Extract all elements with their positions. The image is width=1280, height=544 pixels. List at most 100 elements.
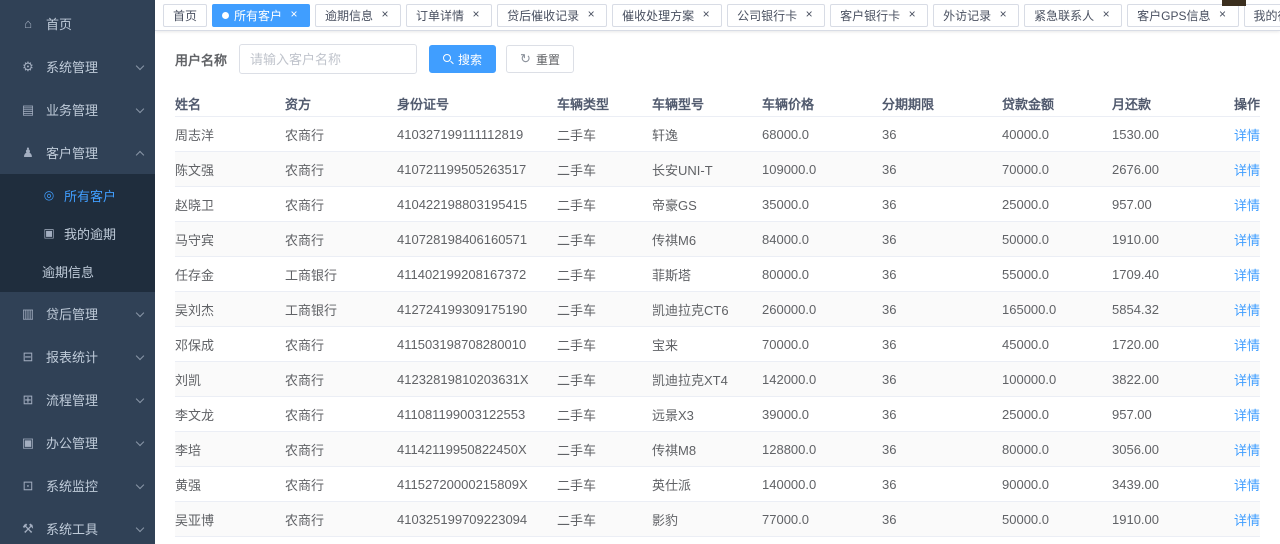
detail-link[interactable]: 详情: [1234, 198, 1260, 213]
detail-link[interactable]: 详情: [1234, 303, 1260, 318]
cell-name: 吴亚博: [175, 510, 285, 529]
cell-funder: 农商行: [285, 335, 397, 354]
cell-name: 周志洋: [175, 125, 285, 144]
column-header: 车辆型号: [652, 94, 762, 113]
table-row: 陈文强 农商行 410721199505263517 二手车 长安UNI-T 1…: [175, 151, 1260, 186]
cell-vehicle-type: 二手车: [557, 440, 652, 459]
column-header: 贷款金额: [1002, 94, 1112, 113]
cell-name: 马守宾: [175, 230, 285, 249]
detail-link[interactable]: 详情: [1234, 443, 1260, 458]
chevron-down-icon: [135, 309, 145, 319]
sidebar-submenu-item[interactable]: ◎ 所有客户: [0, 176, 155, 214]
sidebar-menu-item[interactable]: ⌂ 首页: [0, 2, 155, 45]
tab-label: 贷后催收记录: [507, 7, 579, 24]
tab-close-icon[interactable]: [470, 9, 482, 21]
detail-link[interactable]: 详情: [1234, 338, 1260, 353]
tab-close-icon[interactable]: [906, 9, 918, 21]
cell-term: 36: [882, 372, 1002, 387]
tab-close-icon[interactable]: [803, 9, 815, 21]
page-content: 用户名称 搜索 重置 姓名 资方 身份证号 车辆类型 车辆型号: [155, 31, 1280, 544]
tab[interactable]: 催收处理方案: [612, 4, 722, 27]
gear-icon: ⚙: [20, 59, 36, 75]
cell-vehicle-price: 142000.0: [762, 372, 882, 387]
sidebar-menu-item[interactable]: ▥ 贷后管理: [0, 292, 155, 335]
cell-vehicle-model: 凯迪拉克XT4: [652, 370, 762, 389]
chevron-down-icon: [135, 62, 145, 72]
tab[interactable]: 所有客户: [212, 4, 310, 27]
column-header: 操作: [1227, 94, 1260, 113]
reset-button[interactable]: 重置: [506, 45, 574, 73]
tab-label: 我的待办: [1254, 7, 1280, 24]
cell-vehicle-model: 传祺M8: [652, 440, 762, 459]
detail-link[interactable]: 详情: [1234, 128, 1260, 143]
cell-vehicle-type: 二手车: [557, 510, 652, 529]
cell-vehicle-model: 菲斯塔: [652, 265, 762, 284]
main-area: 首页 所有客户 逾期信息 订单详情: [155, 0, 1280, 544]
tab-close-icon[interactable]: [700, 9, 712, 21]
detail-link[interactable]: 详情: [1234, 233, 1260, 248]
detail-link[interactable]: 详情: [1234, 513, 1260, 528]
cell-funder: 农商行: [285, 510, 397, 529]
customer-name-input[interactable]: [239, 44, 417, 74]
tab-label: 紧急联系人: [1034, 7, 1094, 24]
cell-name: 邓保成: [175, 335, 285, 354]
sidebar-menu-item[interactable]: ♟ 客户管理: [0, 131, 155, 174]
cell-name: 李文龙: [175, 405, 285, 424]
tab[interactable]: 逾期信息: [315, 4, 401, 27]
tab[interactable]: 首页: [163, 4, 207, 27]
post-loan-icon: ▥: [20, 306, 36, 322]
cell-loan-amount: 55000.0: [1002, 267, 1112, 282]
detail-link[interactable]: 详情: [1234, 408, 1260, 423]
cell-loan-amount: 165000.0: [1002, 302, 1112, 317]
sidebar-item-label: 业务管理: [46, 100, 135, 119]
tab-close-icon[interactable]: [379, 9, 391, 21]
cell-vehicle-price: 128800.0: [762, 442, 882, 457]
tab-close-icon[interactable]: [1217, 9, 1229, 21]
tab[interactable]: 客户GPS信息: [1127, 4, 1238, 27]
tab[interactable]: 订单详情: [406, 4, 492, 27]
sidebar-submenu-item[interactable]: 逾期信息: [0, 252, 155, 290]
detail-link[interactable]: 详情: [1234, 478, 1260, 493]
sidebar-menu-item[interactable]: ⊟ 报表统计: [0, 335, 155, 378]
cell-vehicle-price: 77000.0: [762, 512, 882, 527]
cell-term: 36: [882, 197, 1002, 212]
column-header: 车辆类型: [557, 94, 652, 113]
sidebar-item-label: 贷后管理: [46, 304, 135, 323]
tab-close-icon[interactable]: [585, 9, 597, 21]
cell-loan-amount: 50000.0: [1002, 232, 1112, 247]
tab-label: 公司银行卡: [737, 7, 797, 24]
tab-close-icon[interactable]: [1100, 9, 1112, 21]
cell-vehicle-type: 二手车: [557, 370, 652, 389]
sidebar-menu-item[interactable]: ▤ 业务管理: [0, 88, 155, 131]
tab[interactable]: 贷后催收记录: [497, 4, 607, 27]
sidebar-menu-item[interactable]: ⚒ 系统工具: [0, 507, 155, 544]
cell-vehicle-type: 二手车: [557, 230, 652, 249]
detail-link[interactable]: 详情: [1234, 163, 1260, 178]
cell-id-number: 411503198708280010: [397, 337, 557, 352]
sidebar-submenu-item[interactable]: ▣ 我的逾期: [0, 214, 155, 252]
tab[interactable]: 外访记录: [933, 4, 1019, 27]
customer-table: 姓名 资方 身份证号 车辆类型 车辆型号 车辆价格 分期期限 贷款金额 月还款 …: [175, 90, 1260, 544]
cell-funder: 农商行: [285, 440, 397, 459]
tab[interactable]: 公司银行卡: [727, 4, 825, 27]
detail-link[interactable]: 详情: [1234, 268, 1260, 283]
dashboard-icon: ⌂: [20, 16, 36, 31]
detail-link[interactable]: 详情: [1234, 373, 1260, 388]
tab-close-icon[interactable]: [288, 9, 300, 21]
tab[interactable]: 客户银行卡: [830, 4, 928, 27]
tab[interactable]: 我的待办: [1244, 4, 1280, 27]
cell-vehicle-type: 二手车: [557, 125, 652, 144]
tab-close-icon[interactable]: [997, 9, 1009, 21]
cell-loan-amount: 90000.0: [1002, 477, 1112, 492]
sidebar-menu-item[interactable]: ⊞ 流程管理: [0, 378, 155, 421]
tab[interactable]: 紧急联系人: [1024, 4, 1122, 27]
chevron-down-icon: [135, 105, 145, 115]
tab-label: 客户GPS信息: [1137, 7, 1210, 24]
cell-monthly-payment: 1720.00: [1112, 337, 1227, 352]
sidebar-menu-item[interactable]: ⊡ 系统监控: [0, 464, 155, 507]
search-button[interactable]: 搜索: [429, 45, 496, 73]
sidebar-item-label: 客户管理: [46, 143, 135, 162]
sidebar-menu-item[interactable]: ▣ 办公管理: [0, 421, 155, 464]
sidebar-menu-item[interactable]: ⚙ 系统管理: [0, 45, 155, 88]
cell-term: 36: [882, 477, 1002, 492]
